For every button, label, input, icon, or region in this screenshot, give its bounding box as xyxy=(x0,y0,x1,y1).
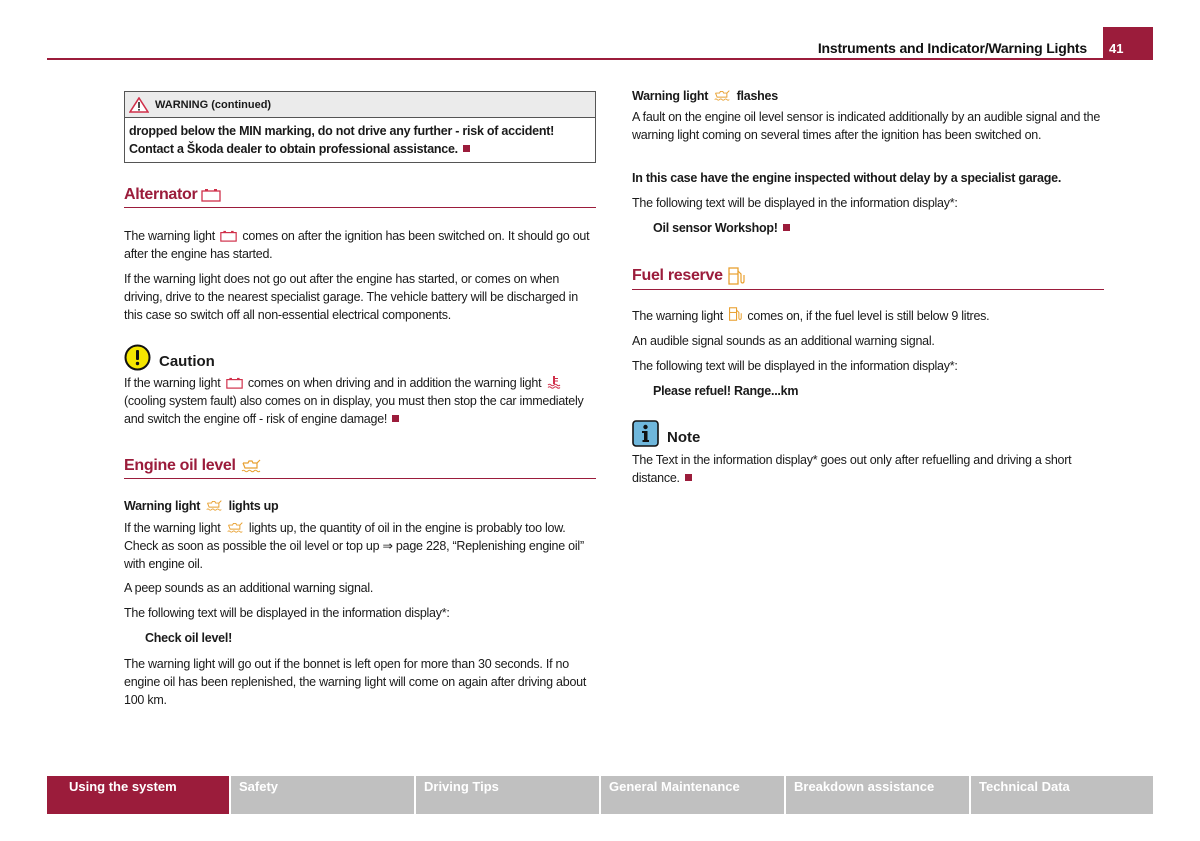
fuel-paragraph-2: An audible signal sounds as an additiona… xyxy=(632,334,935,348)
engine-oil-heading-text: Engine oil level xyxy=(124,457,236,474)
display-message-refuel: Please refuel! Range...km xyxy=(653,384,799,398)
display-message-check-oil: Check oil level! xyxy=(145,631,233,645)
oil-paragraph-2: A peep sounds as an additional warning s… xyxy=(124,581,374,595)
text: The warning light xyxy=(124,229,215,243)
text: Warning light xyxy=(632,89,709,103)
caution-title: Caution xyxy=(124,344,215,371)
battery-icon xyxy=(220,230,237,242)
oil-can-icon xyxy=(714,90,731,101)
text: The warning light xyxy=(632,309,723,323)
section-heading-alternator: Alternator xyxy=(124,186,596,208)
fuel-pump-icon xyxy=(729,307,742,321)
note-text: The Text in the information display* goe… xyxy=(632,451,1104,487)
alternator-paragraph-1: The warning light comes on after the ign… xyxy=(124,227,596,263)
text: comes on when driving and in addition th… xyxy=(247,376,542,390)
text: If the warning light xyxy=(124,521,221,535)
section-heading-engine-oil: Engine oil level xyxy=(124,457,596,479)
oil-can-icon xyxy=(227,522,243,533)
tab-using-the-system[interactable]: Using the system xyxy=(47,776,231,814)
fuel-pump-icon xyxy=(728,267,745,285)
oil-subheading-flashes: Warning light flashes xyxy=(632,87,1104,105)
fuel-heading-text: Fuel reserve xyxy=(632,267,723,284)
end-mark xyxy=(684,474,692,481)
end-mark xyxy=(782,224,790,231)
caution-title-text: Caution xyxy=(159,353,215,370)
oil-subheading-lights-up: Warning light lights up xyxy=(124,497,596,515)
oil-paragraph-3: The following text will be displayed in … xyxy=(124,606,450,620)
battery-icon xyxy=(225,377,243,389)
end-mark xyxy=(392,415,400,422)
footer-navigation: Using the system Safety Driving Tips Gen… xyxy=(47,776,1153,814)
end-mark xyxy=(462,145,470,152)
text: Oil sensor Workshop! xyxy=(653,221,778,235)
text: comes on, if the fuel level is still bel… xyxy=(747,309,990,323)
tab-technical-data[interactable]: Technical Data xyxy=(971,776,1153,814)
alternator-paragraph-2: If the warning light does not go out aft… xyxy=(124,272,578,322)
warning-line-1: dropped below the MIN marking, do not dr… xyxy=(129,124,555,138)
header-rule xyxy=(47,58,1153,60)
text: Warning light xyxy=(124,499,201,513)
warning-box: WARNING (continued) dropped below the MI… xyxy=(124,91,596,163)
text: lights up xyxy=(228,499,279,513)
alternator-heading-text: Alternator xyxy=(124,186,198,203)
oil-paragraph-5: A fault on the engine oil level sensor i… xyxy=(632,110,1101,142)
warning-line-2: Contact a Škoda dealer to obtain profess… xyxy=(129,142,458,156)
display-message-oil-sensor: Oil sensor Workshop! xyxy=(632,219,1125,237)
tab-driving-tips[interactable]: Driving Tips xyxy=(416,776,601,814)
note-title: Note xyxy=(632,420,700,447)
tab-breakdown-assistance[interactable]: Breakdown assistance xyxy=(786,776,971,814)
tab-safety[interactable]: Safety xyxy=(231,776,416,814)
text: flashes xyxy=(736,89,779,103)
text: The Text in the information display* goe… xyxy=(632,453,1072,485)
page-number: 41 xyxy=(1103,27,1153,60)
warning-title: WARNING (continued) xyxy=(155,98,272,111)
warning-header: WARNING (continued) xyxy=(125,92,595,118)
warning-body: dropped below the MIN marking, do not dr… xyxy=(125,118,595,162)
warning-triangle-icon xyxy=(129,96,149,113)
section-heading-fuel-reserve: Fuel reserve xyxy=(632,266,1104,290)
fuel-paragraph-1: The warning light comes on, if the fuel … xyxy=(632,306,1104,325)
info-icon xyxy=(632,420,659,447)
oil-paragraph-6: In this case have the engine inspected w… xyxy=(632,171,1062,185)
oil-paragraph-7: The following text will be displayed in … xyxy=(632,196,958,210)
fuel-paragraph-3: The following text will be displayed in … xyxy=(632,359,958,373)
note-title-text: Note xyxy=(667,429,701,446)
caution-text: If the warning light comes on when drivi… xyxy=(124,374,596,428)
oil-paragraph-4: The warning light will go out if the bon… xyxy=(124,657,587,707)
oil-can-icon xyxy=(241,459,261,473)
exclamation-circle-icon xyxy=(124,344,151,371)
text: If the warning light xyxy=(124,376,221,390)
tab-general-maintenance[interactable]: General Maintenance xyxy=(601,776,786,814)
oil-paragraph-1: If the warning light lights up, the quan… xyxy=(124,519,596,573)
oil-can-icon xyxy=(206,500,223,511)
text: (cooling system fault) also comes on in … xyxy=(124,394,584,426)
chapter-title: Instruments and Indicator/Warning Lights xyxy=(817,40,1087,56)
coolant-temperature-icon xyxy=(547,376,560,389)
battery-icon xyxy=(201,189,222,202)
